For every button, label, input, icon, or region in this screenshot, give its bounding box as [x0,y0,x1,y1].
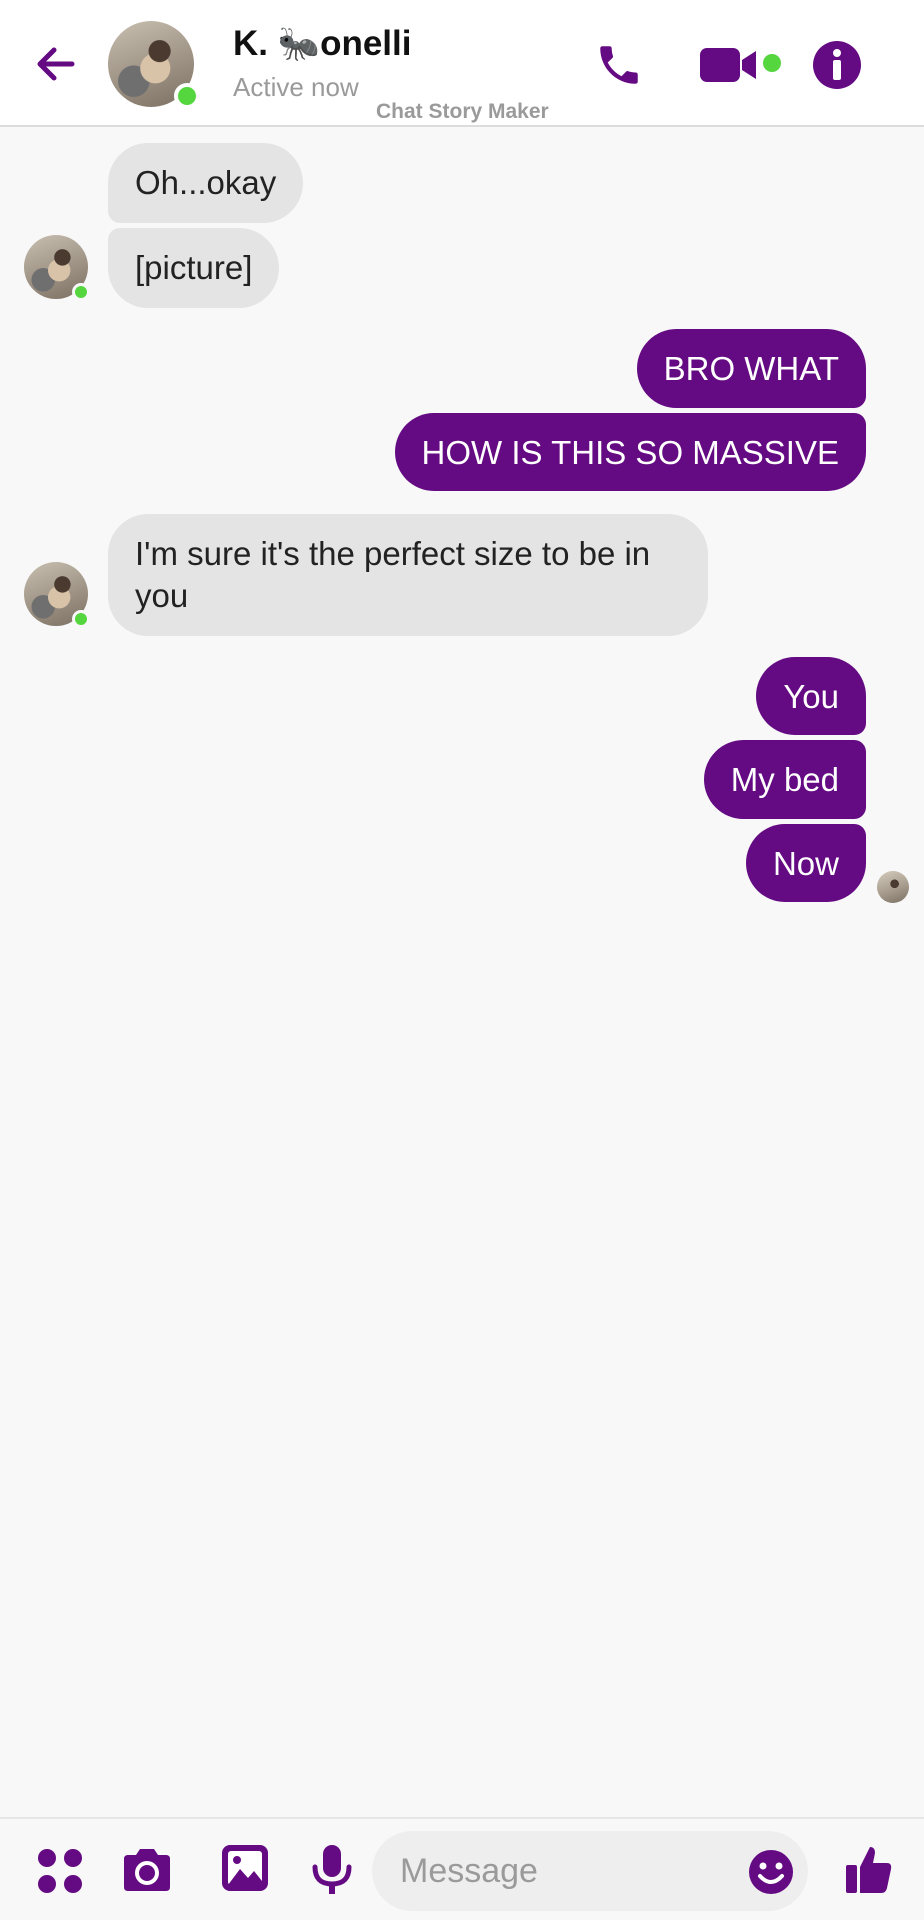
apps-icon [38,1849,82,1893]
info-button[interactable] [812,40,862,90]
seen-indicator-avatar [877,871,909,903]
contact-avatar[interactable] [108,21,200,109]
composer-bar [0,1817,924,1920]
apps-button[interactable] [36,1847,84,1895]
video-camera-icon [700,48,781,82]
back-button[interactable] [30,38,82,90]
chat-header: K. 🐜onelli Active now Chat Story Maker [0,0,924,127]
outgoing-message[interactable]: Now [745,824,866,902]
watermark: Chat Story Maker [376,100,549,123]
outgoing-message[interactable]: BRO WHAT [636,329,866,408]
outgoing-message[interactable]: HOW IS THIS SO MASSIVE [394,413,866,491]
contact-name-emoji: 🐜 [277,25,321,63]
online-indicator [174,83,200,109]
info-icon [813,41,861,89]
message-list[interactable]: Oh...okay [picture] BRO WHAT HOW IS THIS… [0,129,924,1817]
thumbs-up-icon [846,1847,892,1893]
microphone-button[interactable] [310,1843,354,1897]
microphone-icon [312,1845,352,1894]
emoji-button[interactable] [748,1849,794,1895]
phone-icon [600,46,638,84]
message-input-container [372,1831,808,1911]
online-indicator [72,283,90,301]
video-call-button[interactable] [698,44,786,86]
emoji-icon [749,1850,793,1894]
incoming-message[interactable]: I'm sure it's the perfect size to be in … [108,514,708,636]
contact-name[interactable]: K. 🐜onelli [233,24,411,64]
incoming-message[interactable]: Oh...okay [108,143,304,223]
camera-button[interactable] [120,1845,174,1895]
contact-avatar-small [24,235,90,301]
outgoing-message[interactable]: My bed [703,740,866,819]
incoming-message[interactable]: [picture] [108,228,280,308]
back-arrow-icon [37,47,75,81]
gallery-icon [222,1845,268,1891]
camera-icon [124,1849,170,1891]
thumbs-up-button[interactable] [844,1843,894,1895]
active-status: Active now [233,72,359,102]
gallery-button[interactable] [220,1843,270,1893]
contact-name-prefix: K. [233,24,278,63]
message-input[interactable] [400,1831,730,1911]
online-indicator [72,610,90,628]
contact-name-suffix: onelli [320,24,412,63]
outgoing-message[interactable]: You [756,657,866,735]
voice-call-button[interactable] [594,40,644,90]
contact-avatar-small [24,562,90,628]
